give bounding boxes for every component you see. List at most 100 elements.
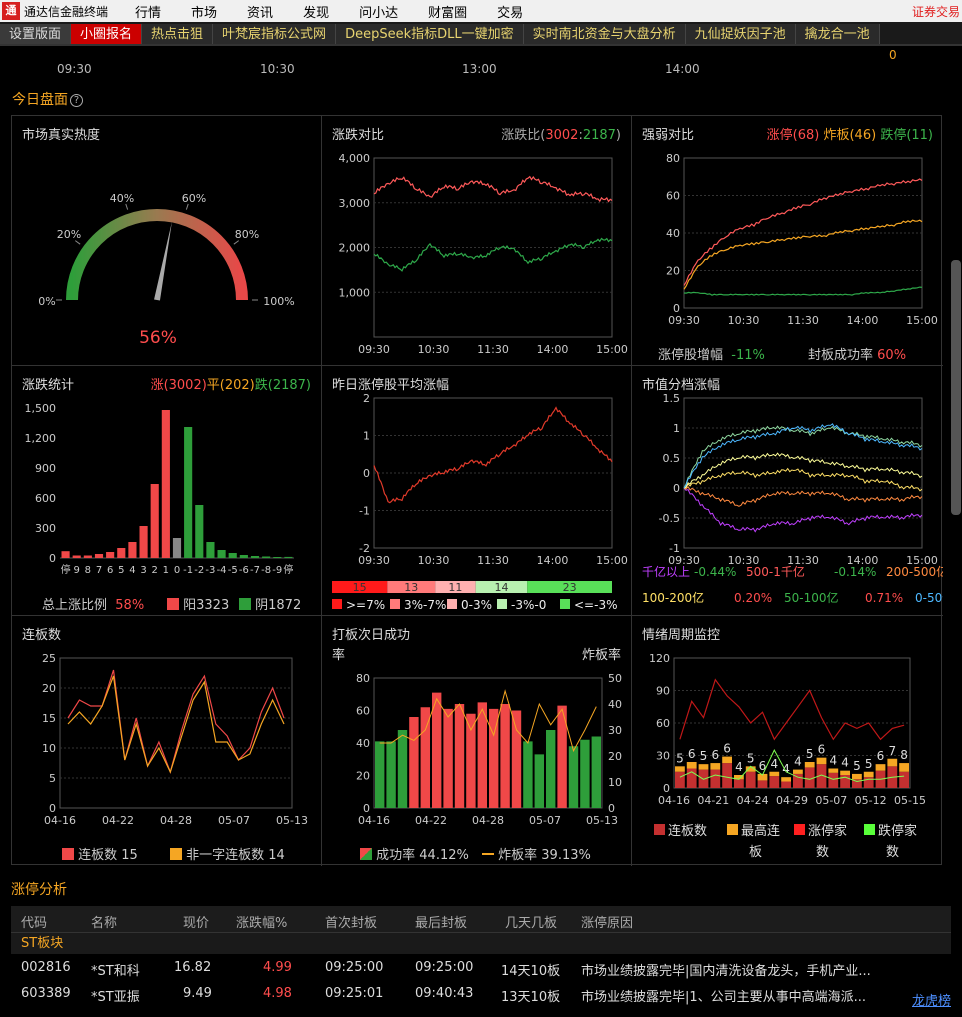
bar bbox=[710, 769, 721, 788]
bar bbox=[375, 741, 385, 808]
table-row[interactable]: 603389 *ST亚振 9.49 4.98 09:25:01 09:40:43… bbox=[11, 980, 951, 1006]
menu-item-zixun[interactable]: 资讯 bbox=[247, 2, 273, 21]
col-header-first-seal[interactable]: 首次封板 bbox=[325, 912, 377, 931]
gauge-needle bbox=[154, 221, 172, 301]
dbcg-legend-label: 成功率 44.12% bbox=[376, 848, 469, 863]
seal-label: 封板成功率 bbox=[808, 348, 874, 363]
x-tick-label: 04-16 bbox=[358, 814, 390, 827]
bar-top bbox=[899, 763, 909, 772]
bar bbox=[523, 741, 533, 808]
sentiment-cycle-panel: 情绪周期监控 120 90 60 30 0 04-16 04-21 04-24 04-29 05-… bbox=[632, 616, 943, 866]
seal-footer: 封板成功率 60% bbox=[808, 344, 906, 363]
bar bbox=[745, 771, 756, 788]
gauge-tick-label: 100% bbox=[263, 295, 294, 308]
y-tick-label: 1 bbox=[363, 430, 370, 443]
x-tick-label: 09:30 bbox=[358, 554, 390, 567]
menu-item-wenxiaoda[interactable]: 问小达 bbox=[359, 2, 398, 21]
bar bbox=[206, 542, 215, 558]
orange-swatch-icon bbox=[170, 848, 182, 860]
menu-item-faxian[interactable]: 发现 bbox=[303, 2, 329, 21]
col-header-name[interactable]: 名称 bbox=[91, 912, 117, 931]
cap-tier-chart: 1.510.50-0.5-109:30 10:30 11:30 14:00 15:00千… bbox=[642, 392, 954, 605]
x-tick-label: 05-13 bbox=[586, 814, 618, 827]
bar bbox=[397, 730, 408, 808]
bar-label: 5 bbox=[676, 751, 684, 765]
tab-qinlong[interactable]: 擒龙合一池 bbox=[795, 24, 880, 44]
limitup-table: 代码 名称 现价 涨跌幅% 首次封板 最后封板 几天几板 涨停原因 ST板块 0… bbox=[11, 906, 951, 1006]
legend-swatch-icon bbox=[332, 599, 342, 609]
tab-xiaoquan[interactable]: 小圈报名 bbox=[71, 24, 143, 44]
legend-tier-name: 200-500亿 bbox=[886, 564, 943, 579]
tab-capital-flow[interactable]: 实时南北资金与大盘分析 bbox=[523, 24, 686, 44]
y-tick-label: 1.5 bbox=[663, 392, 681, 405]
legend-tier-name: 50-100亿 bbox=[784, 590, 839, 605]
series-cap-line bbox=[683, 487, 923, 533]
col-header-days-boards[interactable]: 几天几板 bbox=[505, 912, 557, 931]
updown-chart: 4,000 3,000 2,000 1,000 09:30 10:30 11:30 14:00… bbox=[339, 152, 628, 356]
y-tick-label: 300 bbox=[35, 522, 56, 535]
y-tick-label-right: 10 bbox=[608, 776, 622, 789]
cell-code: 002816 bbox=[21, 960, 71, 975]
x-tick-label: 11:30 bbox=[477, 343, 509, 356]
y-tick-label: 2,000 bbox=[339, 242, 371, 255]
tab-deepseek[interactable]: DeepSeek指标DLL一键加密 bbox=[336, 24, 524, 44]
bar bbox=[386, 741, 396, 808]
bar bbox=[757, 780, 768, 788]
legend-label: 板 bbox=[749, 845, 762, 860]
bar bbox=[454, 704, 465, 808]
dragon-tiger-link[interactable]: 龙虎榜 bbox=[912, 990, 951, 1009]
section-title-text: 今日盘面 bbox=[12, 92, 68, 108]
line-swatch-icon bbox=[482, 853, 494, 855]
yin-legend: 阴1872 bbox=[239, 594, 301, 613]
menu-item-hangqing[interactable]: 行情 bbox=[135, 2, 161, 21]
col-header-change[interactable]: 涨跌幅% bbox=[236, 912, 287, 931]
col-header-code[interactable]: 代码 bbox=[21, 912, 47, 931]
x-tick-label: 10:30 bbox=[418, 343, 450, 356]
tab-formula[interactable]: 叶梵宸指标公式网 bbox=[213, 24, 337, 44]
bar-label: 5 bbox=[747, 751, 755, 765]
bar bbox=[61, 551, 70, 558]
gauge-tick-label: 60% bbox=[182, 192, 206, 205]
plot-frame bbox=[59, 657, 293, 809]
legend-label: 数 bbox=[816, 845, 829, 860]
x-tick-label: 09:30 bbox=[668, 314, 700, 327]
cap-tier-panel: 市值分档涨幅 1.5 1 0.5 0 -0.5 -1 09:30 10:30 11:30 14:0… bbox=[632, 366, 954, 616]
tab-settings[interactable]: 设置版面 bbox=[0, 24, 72, 44]
table-row[interactable]: 002816 *ST和科 16.82 4.99 09:25:00 09:25:0… bbox=[11, 954, 951, 980]
menu-item-jiaoyi[interactable]: 交易 bbox=[497, 2, 523, 21]
vertical-scrollbar[interactable] bbox=[951, 260, 961, 515]
panel-title: 情绪周期监控 bbox=[642, 628, 721, 643]
securities-trade-link[interactable]: 证券交易 bbox=[912, 3, 960, 20]
col-header-price[interactable]: 现价 bbox=[183, 912, 209, 931]
table-section-st[interactable]: ST板块 bbox=[11, 932, 951, 954]
series-down-line bbox=[373, 237, 613, 272]
success-swatch-icon bbox=[360, 848, 372, 860]
panel-title: 强弱对比 bbox=[642, 128, 695, 143]
bar bbox=[828, 772, 839, 788]
bar bbox=[511, 710, 522, 808]
bar-top bbox=[686, 762, 697, 769]
y-tick-label: 0.5 bbox=[663, 452, 681, 465]
menu-item-shichang[interactable]: 市场 bbox=[191, 2, 217, 21]
y-tick-label: 0 bbox=[363, 467, 370, 480]
col-header-reason[interactable]: 涨停原因 bbox=[581, 912, 633, 931]
tab-hotspot[interactable]: 热点击狙 bbox=[142, 24, 214, 44]
zero-label: 0 bbox=[889, 48, 897, 62]
help-icon[interactable]: ? bbox=[70, 94, 83, 107]
seal-value: 60% bbox=[877, 348, 907, 363]
bar-label: 5 bbox=[806, 747, 814, 761]
tab-jiuxian[interactable]: 九仙捉妖因子池 bbox=[685, 24, 796, 44]
gauge-tick-label: 0% bbox=[38, 295, 55, 308]
legend-tier-value: -0.14% bbox=[834, 565, 876, 579]
y-tick-label-right: 40 bbox=[608, 698, 622, 711]
legend-swatch-icon bbox=[794, 824, 805, 835]
x-tick-label: -7 bbox=[250, 565, 260, 576]
y-tick-label: 120 bbox=[649, 652, 670, 665]
x-tick-label: 14:00 bbox=[847, 314, 879, 327]
cell-price: 16.82 bbox=[174, 960, 212, 975]
lbs-legend-label: 非一字连板数 14 bbox=[186, 848, 285, 863]
menu-item-caifuquan[interactable]: 财富圈 bbox=[428, 2, 467, 21]
x-tick-label: 1 bbox=[163, 565, 169, 576]
col-header-last-seal[interactable]: 最后封板 bbox=[415, 912, 467, 931]
growth-value: -11% bbox=[731, 348, 765, 363]
